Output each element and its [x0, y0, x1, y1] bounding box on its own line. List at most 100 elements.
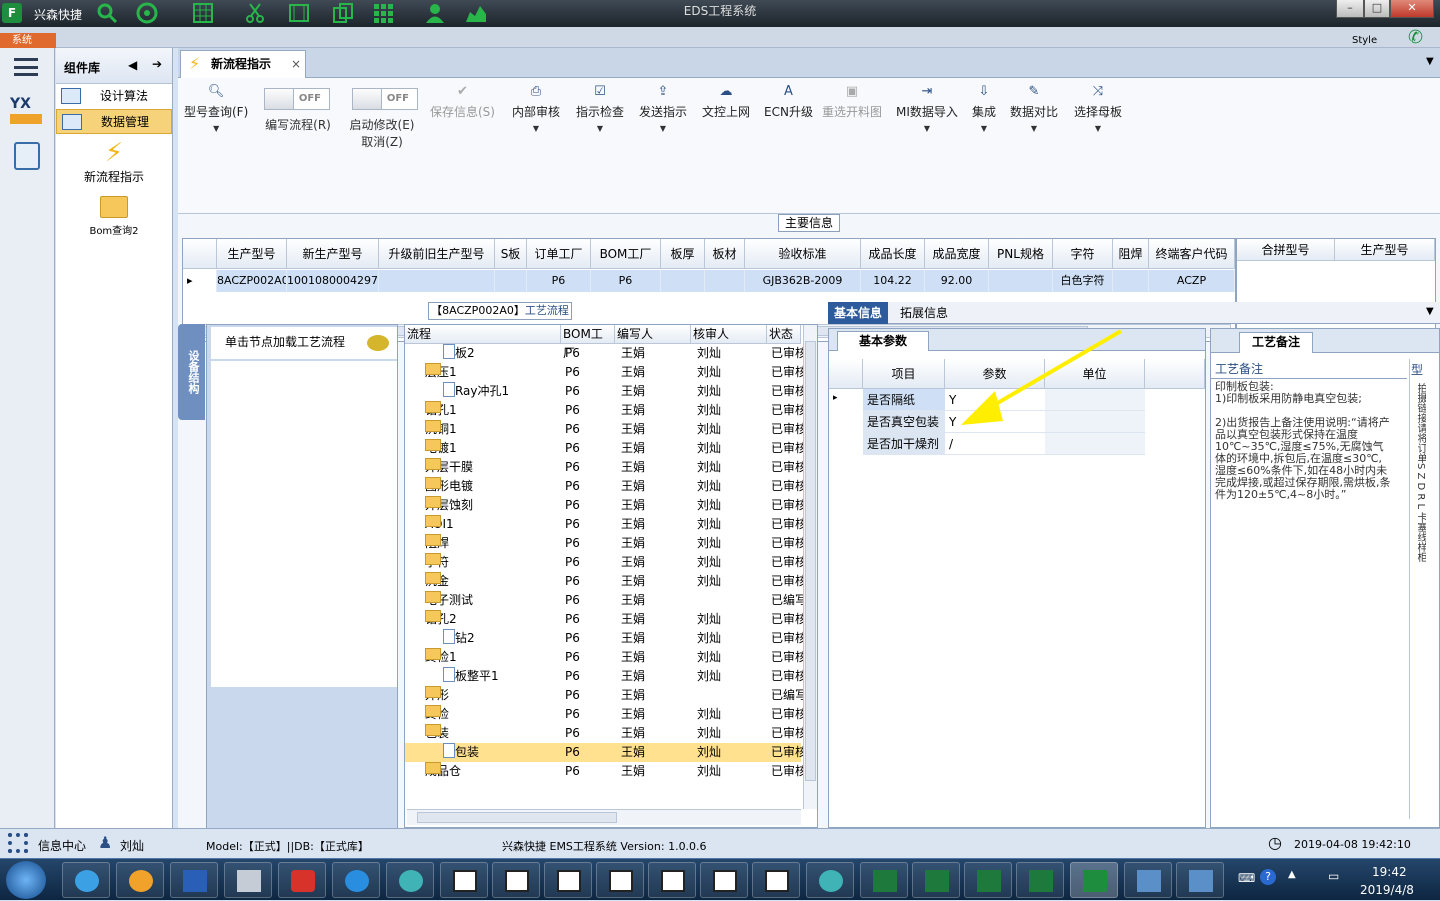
process-node[interactable]: +阻焊 — [425, 534, 561, 553]
taskbar-app-button[interactable] — [170, 862, 218, 898]
process-node[interactable]: +沉铜1 — [425, 420, 561, 439]
component-item-design-algorithm[interactable]: 设计算法 — [56, 84, 172, 109]
process-node[interactable]: 烘板2 — [443, 344, 561, 363]
chart-icon[interactable] — [464, 2, 486, 24]
taskbar-eds-button[interactable] — [1070, 862, 1118, 898]
film-icon[interactable] — [288, 2, 310, 24]
dropdown-arrow-icon[interactable]: ▼ — [576, 124, 624, 133]
internal-review-button[interactable]: ⎙ 内部审核 ▼ — [512, 84, 560, 133]
table-cell[interactable] — [989, 270, 1053, 292]
column-header[interactable]: BOM工厂 — [591, 239, 661, 269]
param-name[interactable]: 是否加干燥剂 — [863, 433, 945, 455]
process-node[interactable]: 二钻2 — [443, 629, 561, 648]
taskbar-excel-button[interactable] — [912, 862, 960, 898]
reselect-cutting-chart-button[interactable]: ▣ 重选开料图 — [822, 84, 882, 120]
hamburger-icon[interactable] — [14, 58, 38, 76]
collapse-left-icon[interactable]: ◀ — [128, 58, 137, 72]
table-cell[interactable] — [379, 270, 495, 292]
column-header[interactable]: 成品宽度 — [925, 239, 989, 269]
taskbar-app-button[interactable] — [386, 862, 434, 898]
process-node[interactable]: +外层干膜 — [425, 458, 561, 477]
taskbar-app-button[interactable] — [62, 862, 110, 898]
taskbar-app-button[interactable] — [116, 862, 164, 898]
process-row[interactable]: +电子测试 P6 王娟 已编写 — [405, 591, 803, 610]
table-cell[interactable]: 92.00 — [925, 270, 989, 292]
column-header[interactable]: BOM工厂 — [561, 325, 615, 360]
column-header[interactable]: 生产型号 — [1335, 239, 1435, 261]
process-node[interactable]: +字符 — [425, 553, 561, 572]
process-row[interactable]: 烘板2 P6 王娟 刘灿 已审核 — [405, 344, 803, 363]
taskbar-app-button[interactable] — [806, 862, 854, 898]
table-cell[interactable]: P6 — [527, 270, 591, 292]
copy-icon[interactable] — [332, 2, 354, 24]
taskbar-app-button[interactable] — [224, 862, 272, 898]
clock-date[interactable]: 2019/4/8 — [1360, 883, 1414, 897]
taskbar-app-button[interactable] — [332, 862, 380, 898]
instruction-check-button[interactable]: ☑ 指示检查 ▼ — [576, 84, 624, 133]
table-cell[interactable]: 10010800042979 — [287, 270, 379, 292]
mi-data-import-button[interactable]: ⇥ MI数据导入 ▼ — [896, 84, 958, 133]
tab-extended-info[interactable]: 拓展信息 — [894, 302, 954, 324]
toggle-write-process[interactable]: OFF — [264, 88, 330, 110]
process-row[interactable]: 内包装 P6 王娟 刘灿 已审核 — [405, 743, 803, 762]
process-row[interactable]: +沉金 P6 王娟 刘灿 已审核 — [405, 572, 803, 591]
user-icon[interactable] — [424, 2, 446, 24]
taskbar-app-button[interactable] — [700, 862, 748, 898]
style-selector[interactable]: Style — [1352, 35, 1377, 46]
taskbar-app-button[interactable] — [1124, 862, 1172, 898]
taskbar-app-button[interactable] — [596, 862, 644, 898]
column-header[interactable]: 字符 — [1053, 239, 1113, 269]
taskbar-excel-button[interactable] — [964, 862, 1012, 898]
apps-grid-icon[interactable] — [372, 2, 394, 24]
table-cell[interactable] — [1113, 270, 1149, 292]
remarks-column-header[interactable]: 工艺备注 — [1211, 359, 1407, 379]
close-tab-icon[interactable]: × — [291, 51, 301, 77]
column-header[interactable]: 终端客户代码 — [1149, 239, 1235, 269]
info-center-link[interactable]: 信息中心 — [38, 837, 86, 854]
column-header[interactable]: 板厚 — [661, 239, 705, 269]
tab-dropdown-icon[interactable]: ▼ — [1426, 56, 1434, 67]
scissors-icon[interactable] — [244, 2, 266, 24]
column-header[interactable]: 订单工厂 — [527, 239, 591, 269]
dropdown-arrow-icon[interactable]: ▼ — [1010, 124, 1058, 133]
calculator-icon[interactable] — [14, 142, 40, 170]
table-cell[interactable]: P6 — [591, 270, 661, 292]
save-info-button[interactable]: ✔ 保存信息(S) — [430, 84, 495, 120]
grid-icon[interactable] — [192, 2, 214, 24]
process-row[interactable]: +终检1 P6 王娟 刘灿 已审核 — [405, 648, 803, 667]
factory-icon[interactable]: YX — [10, 96, 42, 126]
process-row[interactable]: +沉铜1 P6 王娟 刘灿 已审核 — [405, 420, 803, 439]
process-row[interactable]: +钻孔2 P6 王娟 刘灿 已审核 — [405, 610, 803, 629]
table-cell[interactable]: 8ACZP002A0 — [217, 270, 287, 292]
tab-basic-info[interactable]: 基本信息 — [828, 302, 889, 324]
minimize-button[interactable]: – — [1336, 0, 1364, 18]
process-node[interactable]: +图形电镀 — [425, 477, 561, 496]
taskbar-app-button[interactable] — [1176, 862, 1224, 898]
process-node[interactable]: +电镀1 — [425, 439, 561, 458]
vertical-scrollbar[interactable] — [803, 325, 817, 809]
process-row[interactable]: +字符 P6 王娟 刘灿 已审核 — [405, 553, 803, 572]
taskbar-excel-button[interactable] — [1016, 862, 1064, 898]
cd-icon[interactable] — [136, 2, 158, 24]
dropdown-arrow-icon[interactable]: ▼ — [972, 124, 996, 133]
column-header[interactable]: 升级前旧生产型号 — [379, 239, 495, 269]
taskbar-app-button[interactable] — [278, 862, 326, 898]
remarks-column2-text[interactable]: 拍摄链接请将订单S Z D R L 卡塞线样柜 — [1414, 383, 1426, 603]
process-node[interactable]: 烘板整平1 — [443, 667, 561, 686]
process-node[interactable]: +钻孔2 — [425, 610, 561, 629]
tab-equipment-structure[interactable]: 设备结构 — [178, 324, 205, 420]
dropdown-arrow-icon[interactable]: ▼ — [1074, 124, 1122, 133]
close-button[interactable]: ✕ — [1390, 0, 1434, 18]
component-item-data-management[interactable]: 数据管理 — [56, 109, 172, 134]
tab-new-process-instruction[interactable]: ⚡ 新流程指示 × — [180, 50, 306, 78]
process-node[interactable]: +成品仓 — [425, 762, 561, 781]
data-compare-button[interactable]: ✎ 数据对比 ▼ — [1010, 84, 1058, 133]
column-header[interactable]: 新生产型号 — [287, 239, 379, 269]
param-name[interactable]: 是否隔纸 — [863, 389, 945, 411]
process-node[interactable]: X-Ray冲孔1 — [443, 382, 561, 401]
taskbar-app-button[interactable] — [440, 862, 488, 898]
select-mother-board-button[interactable]: ⤨ 选择母板 ▼ — [1074, 84, 1122, 133]
process-row[interactable]: +外形 P6 王娟 已编写 — [405, 686, 803, 705]
process-node[interactable]: +包装 — [425, 724, 561, 743]
column-header[interactable]: 编写人 — [615, 325, 691, 344]
